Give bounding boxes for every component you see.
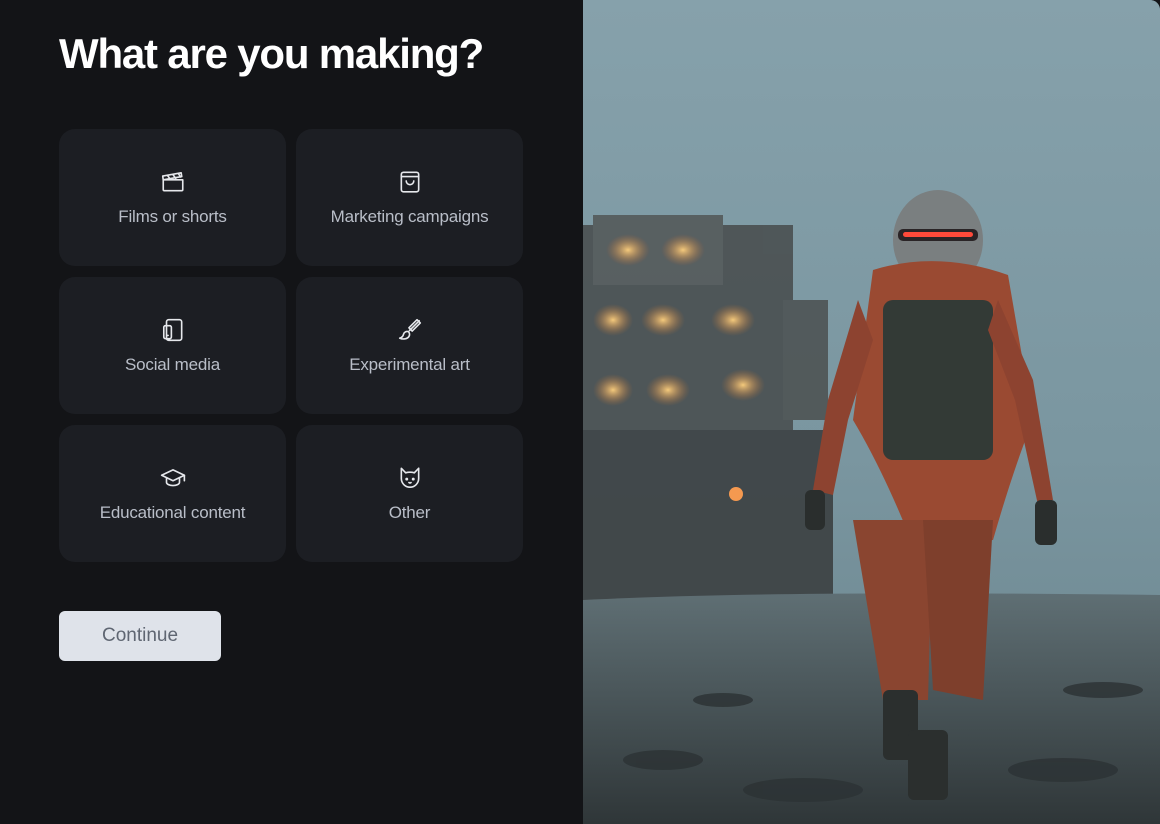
option-label: Marketing campaigns [330, 206, 489, 226]
option-label: Films or shorts [118, 206, 227, 226]
phone-tablet-icon [160, 317, 186, 343]
option-grid: Films or shorts Marketing campaigns Soci… [59, 129, 523, 562]
option-marketing-campaigns[interactable]: Marketing campaigns [296, 129, 523, 266]
option-films-or-shorts[interactable]: Films or shorts [59, 129, 286, 266]
option-label: Other [388, 502, 431, 522]
shopping-bag-icon [397, 169, 423, 195]
option-label: Social media [125, 354, 220, 374]
page-title: What are you making? [59, 30, 484, 77]
astronaut-illustration [583, 0, 1160, 824]
cat-icon [397, 465, 423, 491]
option-label: Educational content [99, 502, 246, 522]
onboarding-panel: What are you making? Films or shorts Mar… [0, 0, 583, 824]
continue-button[interactable]: Continue [59, 611, 221, 661]
option-social-media[interactable]: Social media [59, 277, 286, 414]
graduation-cap-icon [160, 465, 186, 491]
option-educational-content[interactable]: Educational content [59, 425, 286, 562]
option-label: Experimental art [349, 354, 470, 374]
option-experimental-art[interactable]: Experimental art [296, 277, 523, 414]
option-other[interactable]: Other [296, 425, 523, 562]
paintbrush-icon [397, 317, 423, 343]
hero-image [583, 0, 1160, 824]
clapperboard-icon [160, 169, 186, 195]
